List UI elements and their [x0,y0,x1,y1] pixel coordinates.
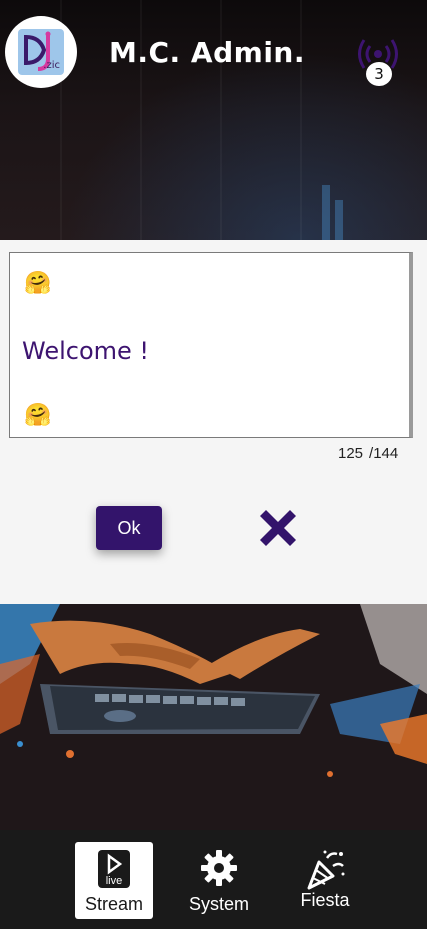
char-max: /144 [369,445,399,462]
nav-item-system[interactable]: System [182,842,256,915]
nav-item-fiesta[interactable]: Fiesta [288,842,362,911]
nav-label-fiesta: Fiesta [300,890,350,910]
message-textarea[interactable]: 🤗 Welcome ! 🤗 [9,252,413,438]
message-text: Welcome ! [22,337,150,365]
party-popper-icon [288,848,362,890]
close-icon[interactable] [254,504,302,552]
logo-image: .zic [18,29,64,75]
nav-label-system: System [188,894,249,914]
background-illustration [0,604,427,830]
app-logo[interactable]: .zic [5,16,77,88]
hugging-face-emoji: 🤗 [24,270,52,295]
live-count-badge: 3 [366,62,392,86]
ok-button[interactable]: Ok [96,506,162,550]
play-icon: live [75,850,153,888]
hugging-face-emoji: 🤗 [24,402,52,427]
bottom-nav: live Stream System Fiesta [0,830,427,929]
nav-item-stream[interactable]: live Stream [75,842,153,919]
nav-label-stream: Stream [84,894,144,914]
char-counter: 125/144 [338,445,404,462]
play-icon-text: live [105,875,123,887]
page-title: M.C. Admin. [109,36,305,69]
gear-icon [182,848,256,888]
logo-text: .zic [43,60,60,71]
message-panel: 🤗 Welcome ! 🤗 125/144 Ok [0,240,427,604]
header-banner: .zic M.C. Admin. 3 [0,0,427,240]
char-count: 125 [338,445,364,462]
